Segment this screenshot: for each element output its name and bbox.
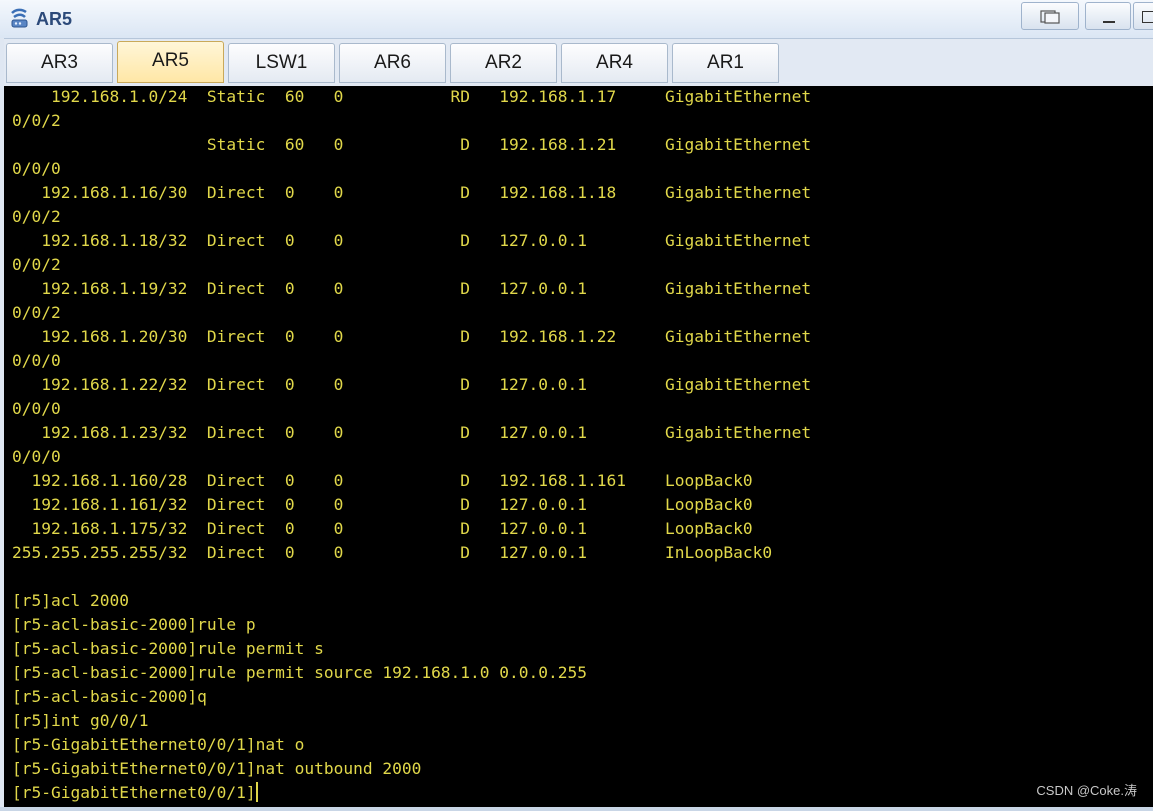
console-line: [r5-acl-basic-2000]q [12,687,207,706]
console-line: [r5-GigabitEthernet0/0/1]nat outbound 20… [12,759,422,778]
console-line: [r5-GigabitEthernet0/0/1] [12,783,256,802]
console-line: 0/0/2 [12,303,61,322]
text-cursor [255,782,258,802]
router-app-icon [11,8,28,28]
console-line: 255.255.255.255/32 Direct 0 0 D 127.0.0.… [12,543,773,562]
console-line: [r5]int g0/0/1 [12,711,149,730]
console-line: 0/0/0 [12,447,61,466]
console-terminal[interactable]: 192.168.1.0/24 Static 60 0 RD 192.168.1.… [4,86,1153,807]
tab-ar3[interactable]: AR3 [6,43,113,83]
watermark-text: CSDN @Coke.涛 [1036,783,1137,798]
console-line: 192.168.1.20/30 Direct 0 0 D 192.168.1.2… [12,327,812,346]
tab-lsw1[interactable]: LSW1 [228,43,335,83]
terminal-window: AR5 AR3 AR5 LSW1 AR6 AR2 AR4 AR1 192.168… [0,0,1153,811]
console-line: [r5-acl-basic-2000]rule permit s [12,639,324,658]
console-line: 192.168.1.23/32 Direct 0 0 D 127.0.0.1 G… [12,423,812,442]
console-line: 0/0/2 [12,111,61,130]
console-line: 192.168.1.0/24 Static 60 0 RD 192.168.1.… [12,87,812,106]
title-bar[interactable]: AR5 [0,0,1153,38]
console-output: 192.168.1.0/24 Static 60 0 RD 192.168.1.… [12,86,811,805]
console-line: 192.168.1.160/28 Direct 0 0 D 192.168.1.… [12,471,753,490]
window-bottom-border [0,807,1153,811]
restore-icon [1040,10,1060,24]
minimize-icon [1103,21,1115,23]
window-title: AR5 [36,9,73,29]
tab-ar4[interactable]: AR4 [561,43,668,83]
console-line: 192.168.1.175/32 Direct 0 0 D 127.0.0.1 … [12,519,753,538]
tab-ar2[interactable]: AR2 [450,43,557,83]
restore-button[interactable] [1021,2,1079,30]
console-line: Static 60 0 D 192.168.1.21 GigabitEthern… [12,135,812,154]
maximize-icon [1142,11,1153,23]
console-line: [r5-acl-basic-2000]rule permit source 19… [12,663,587,682]
device-tab-bar: AR3 AR5 LSW1 AR6 AR2 AR4 AR1 [4,38,1153,87]
console-line: [r5-GigabitEthernet0/0/1]nat o [12,735,305,754]
maximize-button[interactable] [1133,2,1153,30]
console-line: [r5-acl-basic-2000]rule p [12,615,256,634]
console-line: 192.168.1.19/32 Direct 0 0 D 127.0.0.1 G… [12,279,812,298]
console-line: 0/0/2 [12,255,61,274]
tab-ar1[interactable]: AR1 [672,43,779,83]
tab-ar6[interactable]: AR6 [339,43,446,83]
console-line: 0/0/0 [12,159,61,178]
console-line: [r5]acl 2000 [12,591,129,610]
console-line: 192.168.1.18/32 Direct 0 0 D 127.0.0.1 G… [12,231,812,250]
console-line: 0/0/2 [12,207,61,226]
console-line: 0/0/0 [12,351,61,370]
console-line: 0/0/0 [12,399,61,418]
console-line: 192.168.1.161/32 Direct 0 0 D 127.0.0.1 … [12,495,753,514]
console-line: 192.168.1.22/32 Direct 0 0 D 127.0.0.1 G… [12,375,812,394]
console-line: 192.168.1.16/30 Direct 0 0 D 192.168.1.1… [12,183,812,202]
minimize-button[interactable] [1085,2,1131,30]
tab-ar5[interactable]: AR5 [117,41,224,83]
